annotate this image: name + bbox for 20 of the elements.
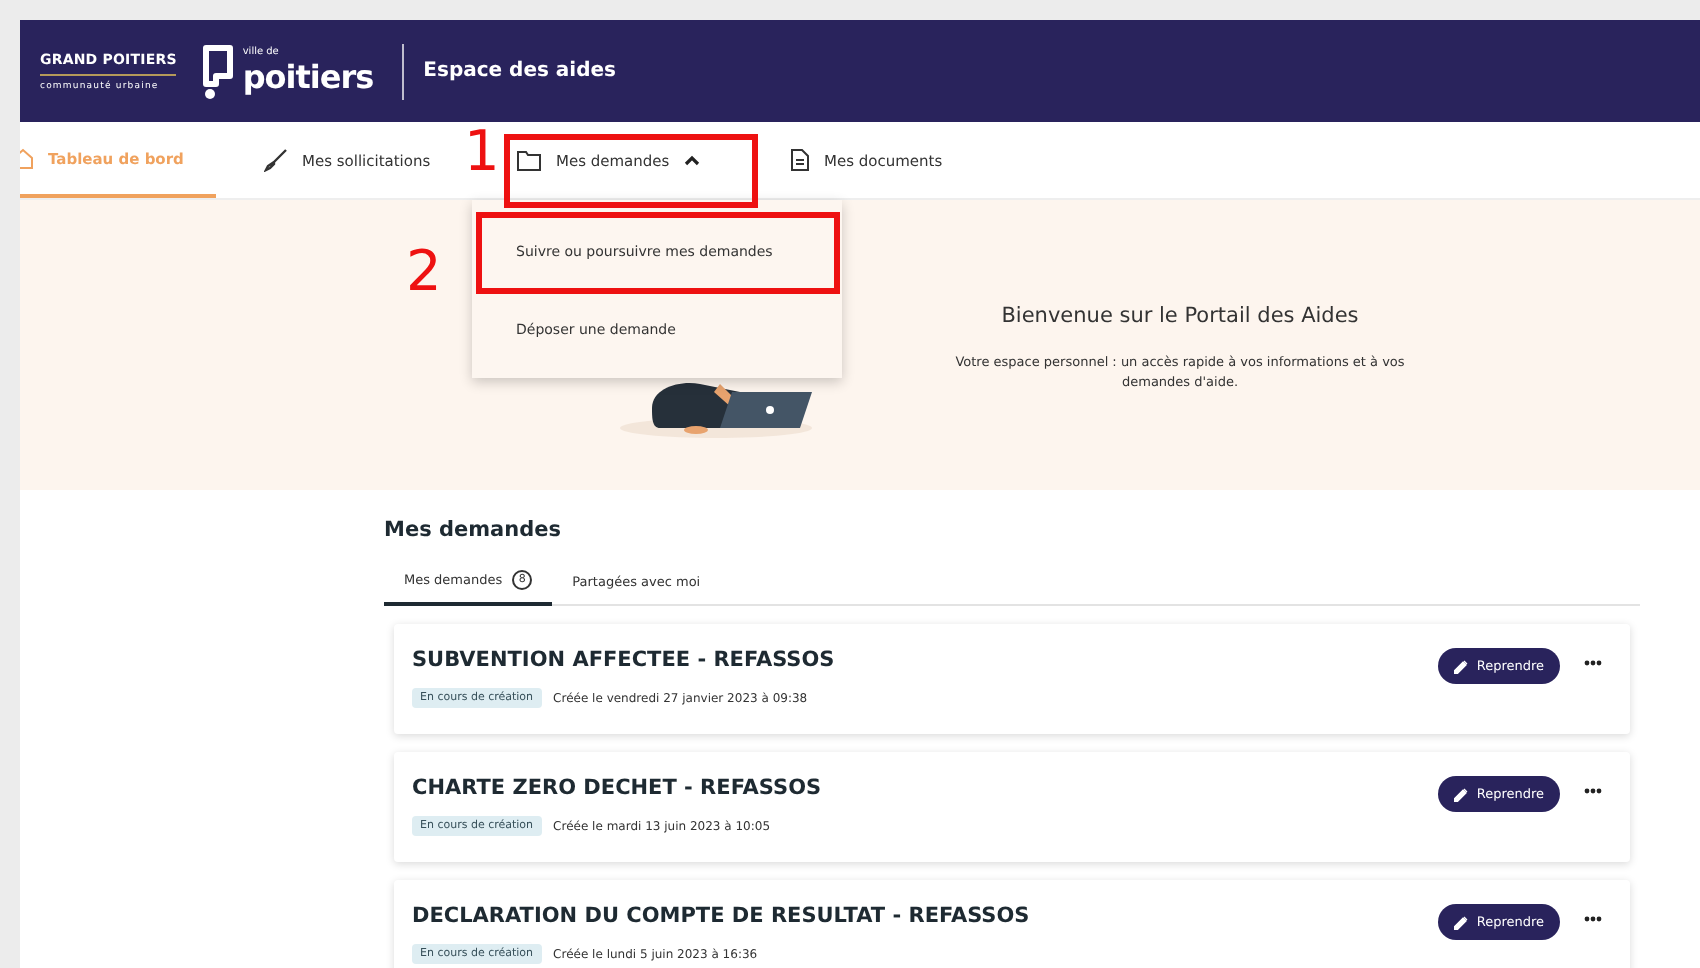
pencil-icon (1454, 659, 1469, 673)
pencil-icon (1454, 915, 1469, 929)
site-title: Espace des aides (423, 60, 616, 82)
section-title: Mes demandes (384, 518, 564, 542)
step-number: 2 (406, 244, 442, 300)
caret-icon (683, 154, 700, 166)
pencil-icon (1454, 787, 1469, 801)
document-icon (790, 148, 810, 172)
city-logo-text: poitiers (242, 57, 374, 95)
request-title: SUBVENTION AFFECTEE - REFASSOS (412, 648, 837, 672)
request-title: CHARTE ZERO DECHET - REFASSOS (412, 776, 824, 800)
folder-icon (516, 149, 542, 171)
step-number: 1 (464, 124, 500, 180)
welcome-title: Bienvenue sur le Portail des Aides (1001, 304, 1359, 328)
more-options-icon[interactable] (1584, 788, 1602, 794)
more-options-icon[interactable] (1584, 660, 1602, 666)
brush-icon (264, 148, 288, 172)
request-title: DECLARATION DU COMPTE DE RESULTAT - REFASSOS (412, 904, 1032, 928)
more-options-icon[interactable] (1584, 916, 1602, 922)
city-logo-icon (200, 43, 237, 99)
